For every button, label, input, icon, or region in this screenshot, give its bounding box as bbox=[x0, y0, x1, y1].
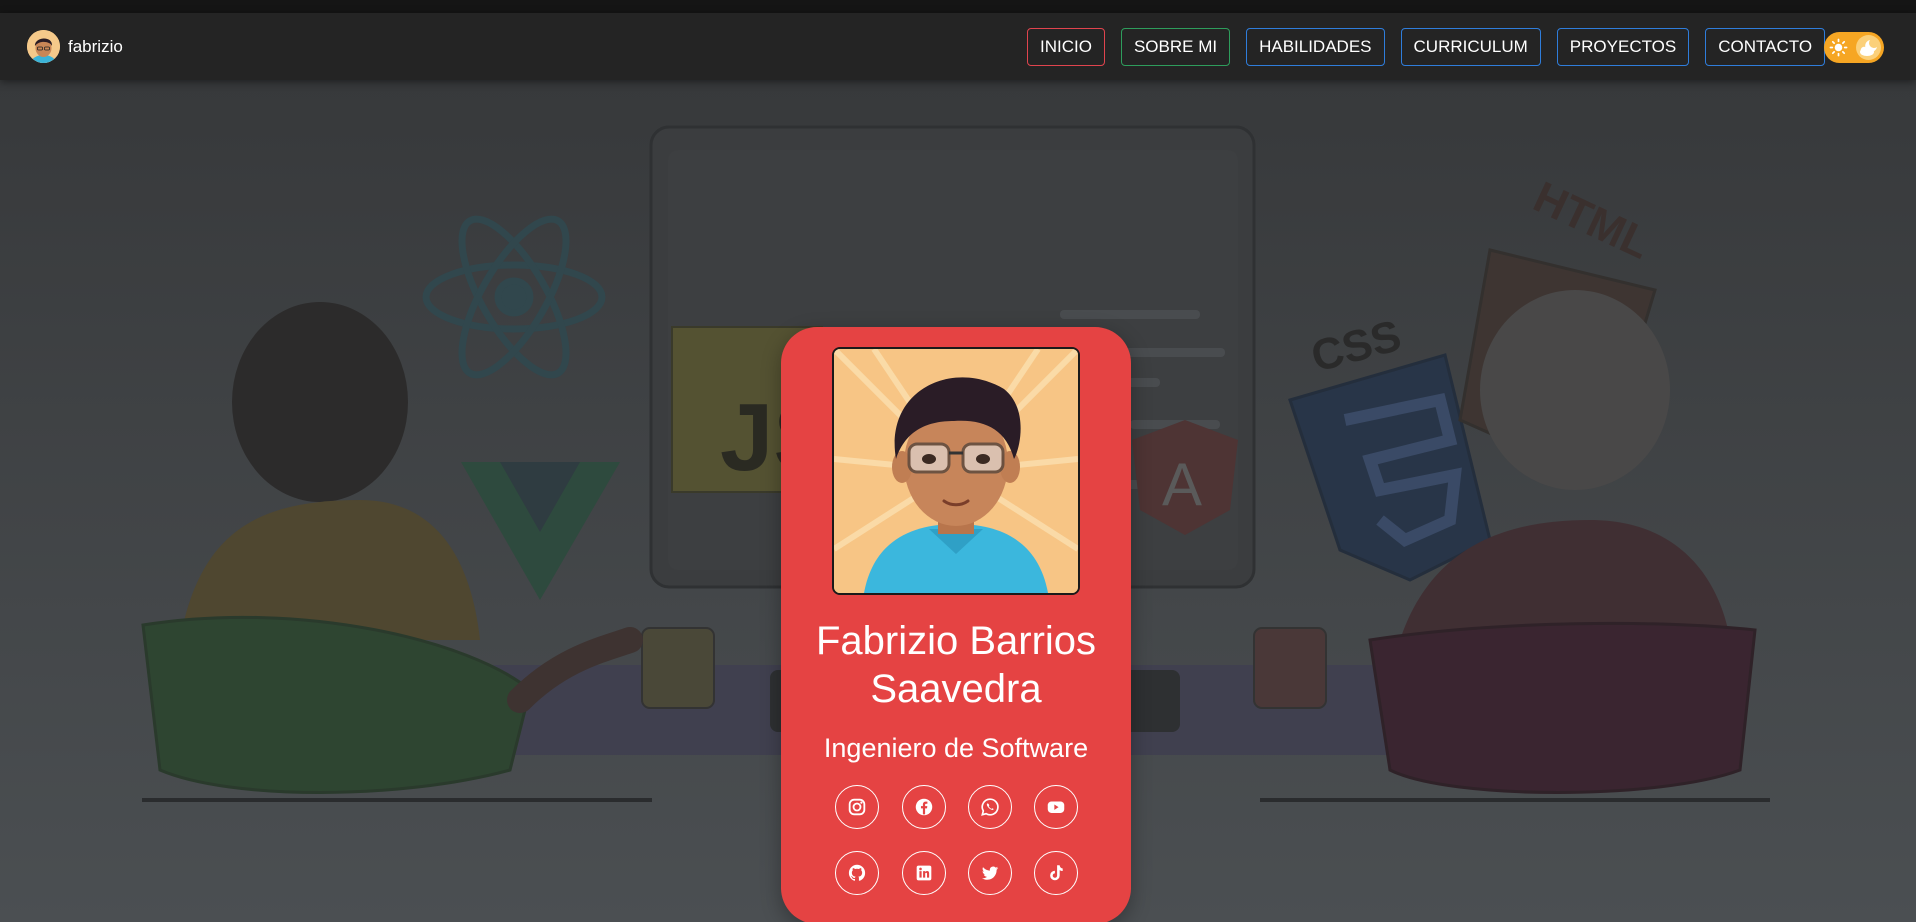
toggle-knob bbox=[1856, 35, 1881, 60]
whatsapp-icon bbox=[981, 798, 999, 816]
whatsapp-link[interactable] bbox=[968, 785, 1012, 829]
nav-habilidades[interactable]: HABILIDADES bbox=[1246, 28, 1385, 66]
profile-card: Fabrizio Barrios Saavedra Ingeniero de S… bbox=[781, 327, 1131, 922]
nav-inicio[interactable]: INICIO bbox=[1027, 28, 1105, 66]
youtube-icon bbox=[1047, 801, 1065, 813]
navbar: fabrizio INICIO SOBRE MI HABILIDADES CUR… bbox=[0, 13, 1916, 80]
github-icon bbox=[848, 864, 866, 881]
github-link[interactable] bbox=[835, 851, 879, 895]
moon-cloud-icon bbox=[1860, 40, 1877, 56]
profile-photo bbox=[832, 347, 1080, 595]
linkedin-icon bbox=[916, 865, 932, 881]
youtube-link[interactable] bbox=[1034, 785, 1078, 829]
window-top-strip bbox=[0, 0, 1916, 13]
tiktok-icon bbox=[1050, 865, 1063, 881]
hero-section: JS A CSS HTML Fabrizio Barrios Saavedra … bbox=[0, 80, 1916, 922]
linkedin-link[interactable] bbox=[902, 851, 946, 895]
angular-logo-text: A bbox=[1162, 451, 1202, 518]
twitter-link[interactable] bbox=[968, 851, 1012, 895]
tiktok-link[interactable] bbox=[1034, 851, 1078, 895]
brand-name: fabrizio bbox=[68, 36, 123, 56]
twitter-icon bbox=[982, 866, 999, 880]
nav-links: INICIO SOBRE MI HABILIDADES CURRICULUM P… bbox=[1027, 28, 1826, 66]
instagram-icon bbox=[848, 798, 866, 816]
profile-role: Ingeniero de Software bbox=[823, 733, 1089, 763]
avatar-icon bbox=[27, 30, 60, 63]
nav-contacto[interactable]: CONTACTO bbox=[1705, 28, 1826, 66]
instagram-link[interactable] bbox=[835, 785, 879, 829]
brand-link[interactable]: fabrizio bbox=[27, 30, 123, 63]
facebook-link[interactable] bbox=[902, 785, 946, 829]
profile-name: Fabrizio Barrios Saavedra bbox=[815, 619, 1097, 711]
sun-icon bbox=[1829, 38, 1848, 57]
theme-toggle[interactable] bbox=[1824, 32, 1884, 63]
nav-proyectos[interactable]: PROYECTOS bbox=[1556, 28, 1690, 66]
facebook-icon bbox=[915, 798, 933, 816]
nav-sobre-mi[interactable]: SOBRE MI bbox=[1120, 28, 1231, 66]
nav-curriculum[interactable]: CURRICULUM bbox=[1400, 28, 1541, 66]
